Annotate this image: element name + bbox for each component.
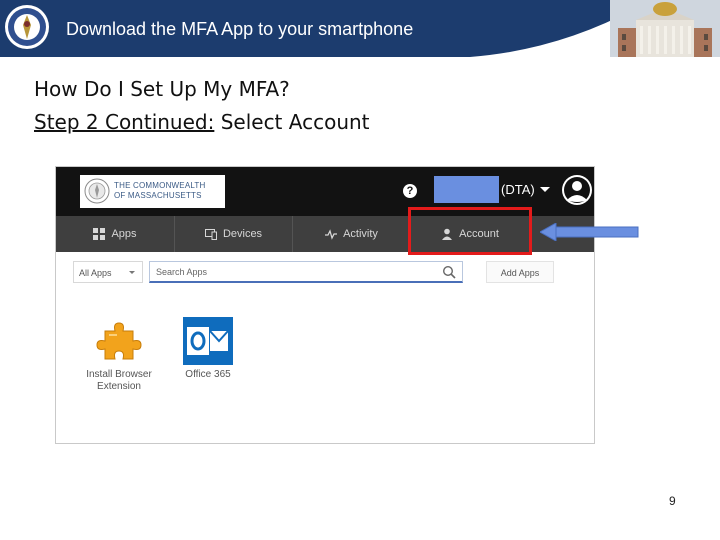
logo-line-1: THE COMMONWEALTH xyxy=(114,181,206,190)
massachusetts-seal-icon xyxy=(5,5,49,49)
slide-title: Download the MFA App to your smartphone xyxy=(66,19,414,39)
chevron-down-icon[interactable] xyxy=(540,187,550,192)
step-text: Select Account xyxy=(214,110,370,134)
tab-apps-label: Apps xyxy=(111,228,137,240)
step-instruction: Step 2 Continued: Select Account xyxy=(34,110,370,134)
commonwealth-logo[interactable]: THE COMMONWEALTH OF MASSACHUSETTS xyxy=(80,175,225,208)
help-icon[interactable]: ? xyxy=(403,184,417,198)
pointer-arrow-icon xyxy=(540,223,639,241)
add-apps-button[interactable]: Add Apps xyxy=(486,261,554,283)
user-menu-label[interactable]: (DTA) xyxy=(501,182,535,197)
step-label: Step 2 Continued: xyxy=(34,110,215,134)
grid-icon xyxy=(93,228,106,240)
slide-header: Download the MFA App to your smartphone xyxy=(0,0,720,57)
outlook-icon xyxy=(183,317,233,365)
search-placeholder: Search Apps xyxy=(156,267,208,277)
devices-icon xyxy=(204,229,217,240)
apps-toolbar: All Apps Search Apps Add Apps xyxy=(56,260,594,290)
account-highlight-box xyxy=(408,207,532,255)
portal-screenshot: THE COMMONWEALTH OF MASSACHUSETTS ? (DTA… xyxy=(55,166,595,444)
app-tile-office-365[interactable]: Office 365 xyxy=(168,317,248,381)
app-tile-browser-extension[interactable]: Install Browser Extension xyxy=(79,317,159,393)
tile-label-line-2: Extension xyxy=(97,381,141,392)
tab-devices-label: Devices xyxy=(222,228,263,240)
avatar-icon[interactable] xyxy=(560,173,594,207)
redacted-username xyxy=(434,176,499,203)
page-number: 9 xyxy=(669,494,676,508)
logo-text: THE COMMONWEALTH OF MASSACHUSETTS xyxy=(114,181,206,201)
all-apps-dropdown[interactable]: All Apps xyxy=(73,261,143,283)
tab-apps[interactable]: Apps xyxy=(56,216,174,252)
statehouse-image xyxy=(610,0,720,57)
tab-activity[interactable]: Activity xyxy=(293,216,410,252)
tab-devices[interactable]: Devices xyxy=(175,216,292,252)
chevron-down-icon xyxy=(129,271,135,274)
logo-line-2: OF MASSACHUSETTS xyxy=(114,191,202,200)
section-heading: How Do I Set Up My MFA? xyxy=(34,77,290,101)
search-input[interactable]: Search Apps xyxy=(149,261,463,283)
tile-label-line-1: Install Browser xyxy=(86,369,152,380)
all-apps-label: All Apps xyxy=(79,268,112,278)
tab-activity-label: Activity xyxy=(343,228,378,240)
search-icon[interactable] xyxy=(442,265,456,279)
logo-seal-icon xyxy=(84,178,110,204)
pulse-icon xyxy=(325,229,338,240)
puzzle-icon xyxy=(96,322,142,360)
tile-label-line-1: Office 365 xyxy=(185,369,231,380)
